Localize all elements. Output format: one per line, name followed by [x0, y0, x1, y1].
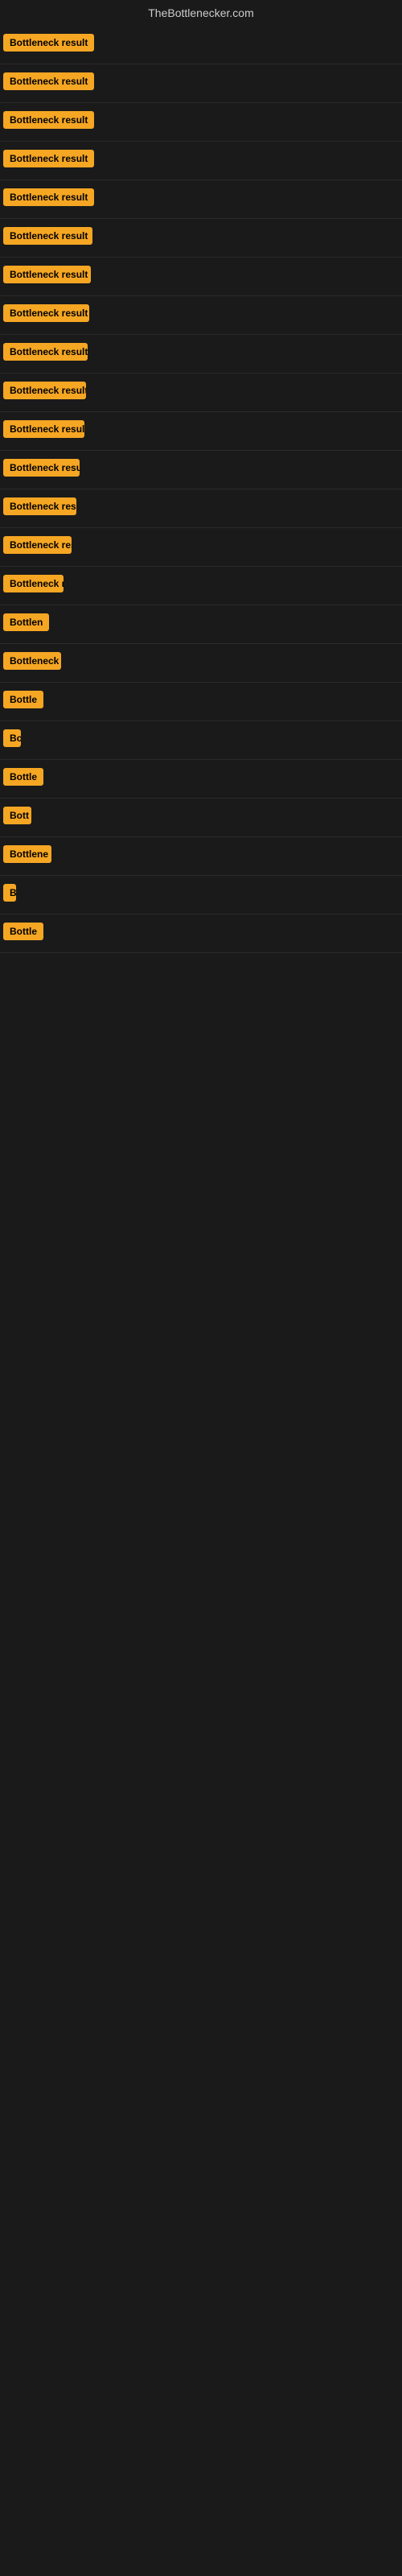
- bottleneck-badge-2[interactable]: Bottleneck result: [3, 111, 94, 129]
- result-row-12: Bottleneck result: [0, 489, 402, 528]
- result-row-21: Bottlene: [0, 837, 402, 876]
- result-row-16: Bottleneck: [0, 644, 402, 683]
- result-row-22: B: [0, 876, 402, 914]
- result-row-7: Bottleneck result: [0, 296, 402, 335]
- result-row-0: Bottleneck result: [0, 26, 402, 64]
- bottleneck-badge-9[interactable]: Bottleneck result: [3, 382, 86, 399]
- result-row-6: Bottleneck result: [0, 258, 402, 296]
- bottleneck-badge-5[interactable]: Bottleneck result: [3, 227, 92, 245]
- result-row-17: Bottle: [0, 683, 402, 721]
- bottleneck-badge-19[interactable]: Bottle: [3, 768, 43, 786]
- result-row-1: Bottleneck result: [0, 64, 402, 103]
- results-container: Bottleneck result Bottleneck result Bottle…: [0, 26, 402, 953]
- bottleneck-badge-17[interactable]: Bottle: [3, 691, 43, 708]
- bottleneck-badge-4[interactable]: Bottleneck result: [3, 188, 94, 206]
- bottleneck-badge-8[interactable]: Bottleneck result: [3, 343, 88, 361]
- bottleneck-badge-23[interactable]: Bottle: [3, 923, 43, 940]
- result-row-10: Bottleneck result: [0, 412, 402, 451]
- bottleneck-badge-22[interactable]: B: [3, 884, 16, 902]
- bottleneck-badge-3[interactable]: Bottleneck result: [3, 150, 94, 167]
- result-row-18: Bo: [0, 721, 402, 760]
- bottleneck-badge-11[interactable]: Bottleneck resul: [3, 459, 80, 477]
- bottleneck-badge-15[interactable]: Bottlen: [3, 613, 49, 631]
- bottleneck-badge-0[interactable]: Bottleneck result: [3, 34, 94, 52]
- bottleneck-badge-6[interactable]: Bottleneck result: [3, 266, 91, 283]
- result-row-15: Bottlen: [0, 605, 402, 644]
- bottleneck-badge-16[interactable]: Bottleneck: [3, 652, 61, 670]
- bottleneck-badge-7[interactable]: Bottleneck result: [3, 304, 89, 322]
- result-row-14: Bottleneck r: [0, 567, 402, 605]
- result-row-19: Bottle: [0, 760, 402, 799]
- bottleneck-badge-14[interactable]: Bottleneck r: [3, 575, 64, 592]
- result-row-20: Bott: [0, 799, 402, 837]
- bottleneck-badge-18[interactable]: Bo: [3, 729, 21, 747]
- bottleneck-badge-12[interactable]: Bottleneck result: [3, 497, 76, 515]
- result-row-9: Bottleneck result: [0, 374, 402, 412]
- site-title: TheBottlenecker.com: [0, 0, 402, 26]
- result-row-11: Bottleneck resul: [0, 451, 402, 489]
- result-row-23: Bottle: [0, 914, 402, 953]
- bottleneck-badge-1[interactable]: Bottleneck result: [3, 72, 94, 90]
- bottleneck-badge-13[interactable]: Bottleneck resul: [3, 536, 72, 554]
- bottleneck-badge-21[interactable]: Bottlene: [3, 845, 51, 863]
- result-row-4: Bottleneck result: [0, 180, 402, 219]
- result-row-5: Bottleneck result: [0, 219, 402, 258]
- bottleneck-badge-20[interactable]: Bott: [3, 807, 31, 824]
- result-row-2: Bottleneck result: [0, 103, 402, 142]
- result-row-3: Bottleneck result: [0, 142, 402, 180]
- bottleneck-badge-10[interactable]: Bottleneck result: [3, 420, 84, 438]
- result-row-13: Bottleneck resul: [0, 528, 402, 567]
- result-row-8: Bottleneck result: [0, 335, 402, 374]
